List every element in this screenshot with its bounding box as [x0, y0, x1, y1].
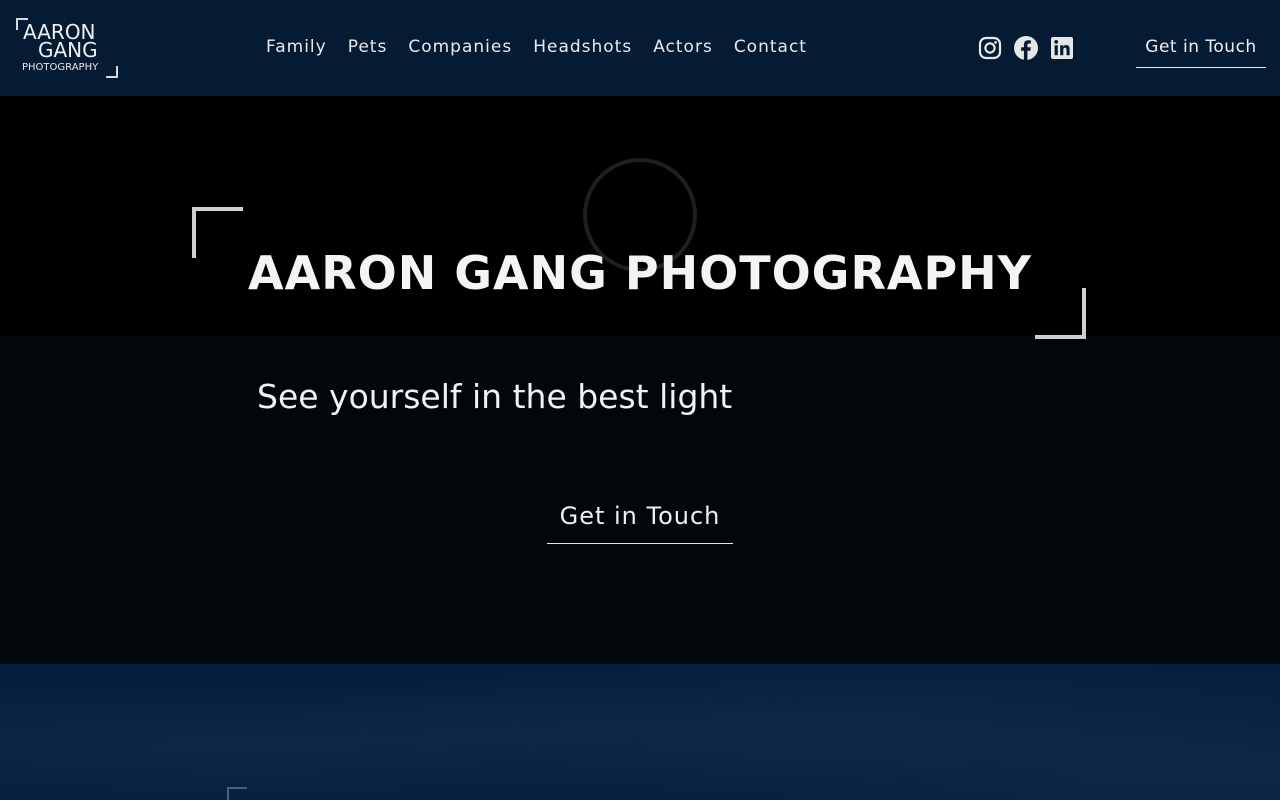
nav-item-contact[interactable]: Contact: [734, 34, 807, 60]
hero-subtitle: See yourself in the best light: [257, 377, 733, 416]
background-texture: [0, 664, 1280, 800]
hero-title: AARON GANG PHOTOGRAPHY: [248, 246, 1032, 300]
section-frame-corner-top-left: [227, 787, 247, 800]
nav-item-actors[interactable]: Actors: [653, 34, 713, 60]
nav-item-companies[interactable]: Companies: [408, 34, 512, 60]
hero-get-in-touch-button[interactable]: Get in Touch: [547, 496, 733, 544]
linkedin-icon[interactable]: [1050, 36, 1074, 60]
instagram-icon[interactable]: [978, 36, 1002, 60]
nav-item-pets[interactable]: Pets: [348, 34, 388, 60]
main-nav: Family Pets Companies Headshots Actors C…: [266, 34, 807, 60]
logo[interactable]: AARON GANG PHOTOGRAPHY: [16, 18, 118, 78]
logo-text-photography: PHOTOGRAPHY: [22, 62, 99, 73]
logo-text-gang: GANG: [38, 38, 98, 62]
next-section-background: [0, 664, 1280, 800]
logo-corner-bottom-right: [106, 66, 118, 78]
site-header: AARON GANG PHOTOGRAPHY Family Pets Compa…: [0, 0, 1280, 96]
nav-item-family[interactable]: Family: [266, 34, 327, 60]
social-links: [978, 36, 1074, 60]
facebook-icon[interactable]: [1014, 36, 1038, 60]
header-get-in-touch-button[interactable]: Get in Touch: [1136, 32, 1266, 68]
nav-item-headshots[interactable]: Headshots: [533, 34, 632, 60]
